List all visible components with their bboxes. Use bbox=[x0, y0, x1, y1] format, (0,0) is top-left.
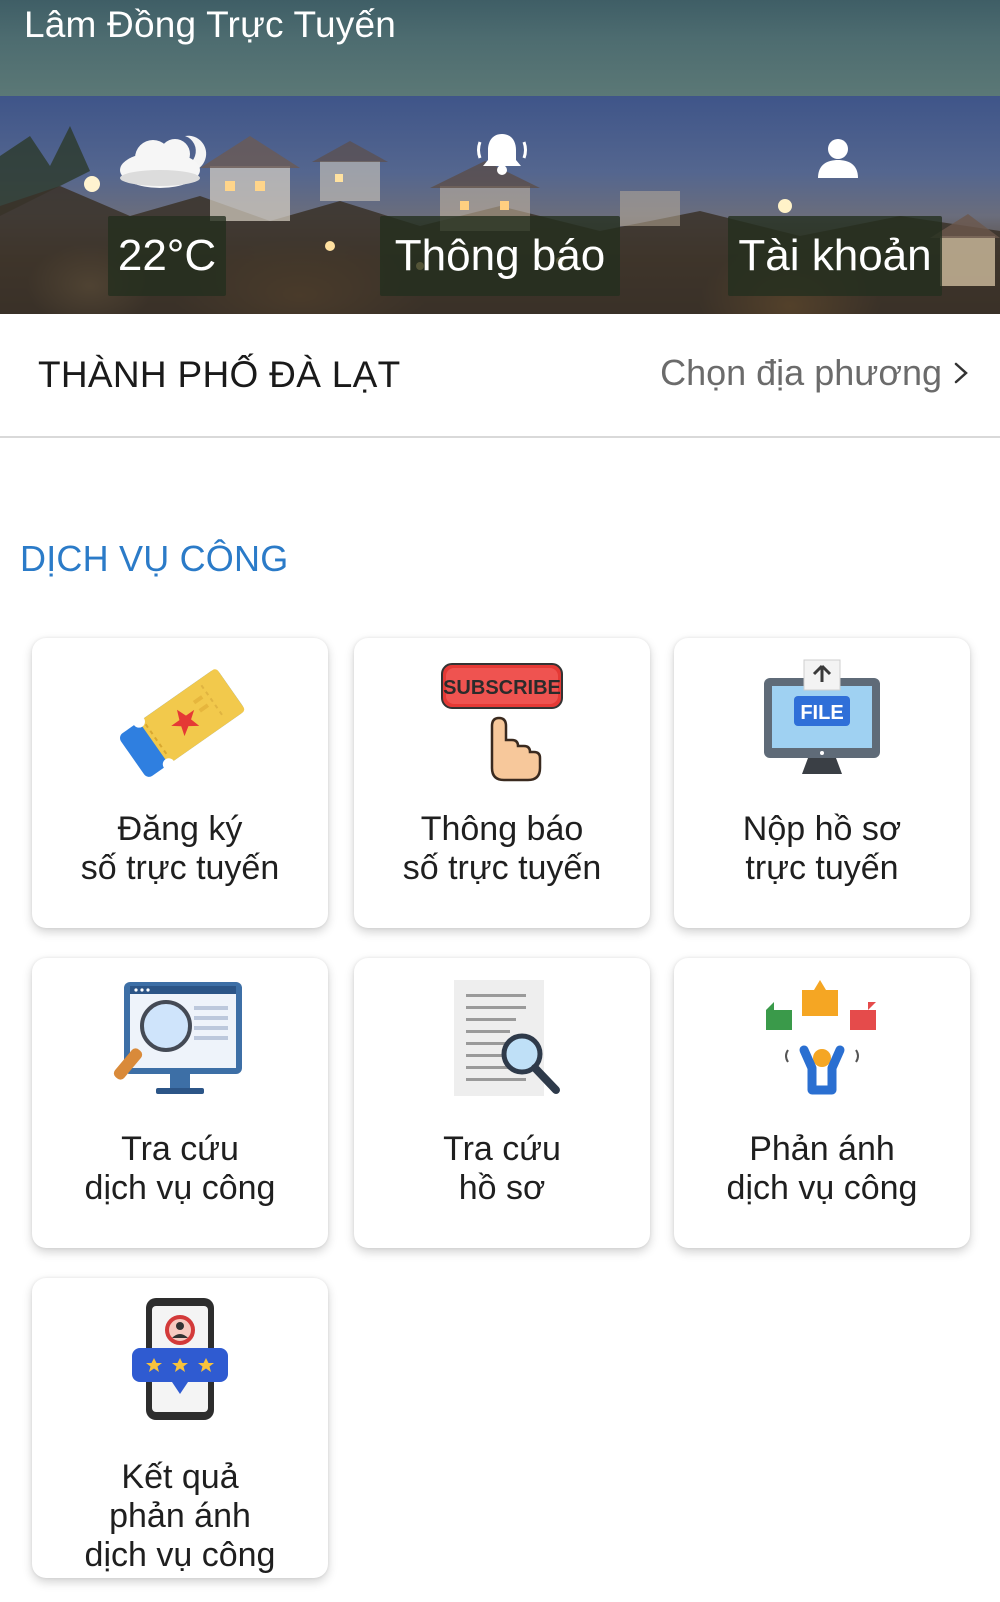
monitor-search-icon bbox=[113, 982, 242, 1094]
service-card-label: Tra cứu hồ sơ bbox=[443, 1130, 561, 1207]
weather-cloud-moon-icon bbox=[120, 135, 207, 188]
file-upload-monitor-icon: FILE bbox=[764, 659, 880, 774]
ticket-icon bbox=[120, 669, 245, 777]
service-card-feedback-results[interactable]: Kết quả phản ánh dịch vụ công bbox=[32, 1278, 328, 1578]
temperature-readout: 22°C bbox=[108, 216, 226, 296]
service-card-label: Kết quả phản ánh dịch vụ công bbox=[84, 1458, 276, 1574]
file-icon-text: FILE bbox=[800, 702, 843, 724]
account-button[interactable]: Tài khoản bbox=[728, 216, 942, 296]
service-card-public-service-feedback[interactable]: Phản ánh dịch vụ công bbox=[674, 958, 970, 1248]
service-card-label: Thông báo số trực tuyến bbox=[402, 810, 602, 887]
service-card-submit-application[interactable]: FILE Nộp hồ sơ trực tuyến bbox=[674, 638, 970, 928]
service-card-label: Đăng ký số trực tuyến bbox=[80, 810, 280, 887]
service-card-lookup-public-services[interactable]: Tra cứu dịch vụ công bbox=[32, 958, 328, 1248]
app-root: Lâm Đồng Trực Tuyến 22°C Thông báo Tài k… bbox=[0, 0, 1000, 1602]
service-card-label: Nộp hồ sơ trực tuyến bbox=[742, 810, 902, 887]
service-card-lookup-application[interactable]: Tra cứu hồ sơ bbox=[354, 958, 650, 1248]
chevron-right-icon[interactable] bbox=[952, 362, 970, 384]
service-card-label: Tra cứu dịch vụ công bbox=[84, 1130, 276, 1207]
location-selector-row[interactable]: THÀNH PHỐ ĐÀ LẠT Chọn địa phương bbox=[0, 314, 1000, 438]
user-icon[interactable] bbox=[816, 136, 860, 180]
notifications-button[interactable]: Thông báo bbox=[380, 216, 620, 296]
service-card-queue-notification[interactable]: SUBSCRIBE Thông báo số trực tuyến bbox=[354, 638, 650, 928]
service-card-register-queue-number[interactable]: Đăng ký số trực tuyến bbox=[32, 638, 328, 928]
current-location: THÀNH PHỐ ĐÀ LẠT bbox=[38, 354, 401, 395]
service-card-label: Phản ánh dịch vụ công bbox=[726, 1130, 918, 1207]
phone-rating-icon bbox=[132, 1298, 228, 1420]
section-title-public-services: DỊCH VỤ CÔNG bbox=[20, 538, 289, 579]
subscribe-icon-text: SUBSCRIBE bbox=[443, 677, 561, 699]
feedback-person-icon bbox=[766, 980, 876, 1095]
bell-icon[interactable] bbox=[474, 128, 530, 178]
subscribe-click-icon: SUBSCRIBE bbox=[441, 663, 563, 782]
document-search-icon bbox=[454, 980, 560, 1096]
app-title: Lâm Đồng Trực Tuyến bbox=[24, 4, 397, 45]
choose-location-link[interactable]: Chọn địa phương bbox=[660, 352, 942, 394]
app-title-bar: Lâm Đồng Trực Tuyến bbox=[0, 0, 1000, 96]
